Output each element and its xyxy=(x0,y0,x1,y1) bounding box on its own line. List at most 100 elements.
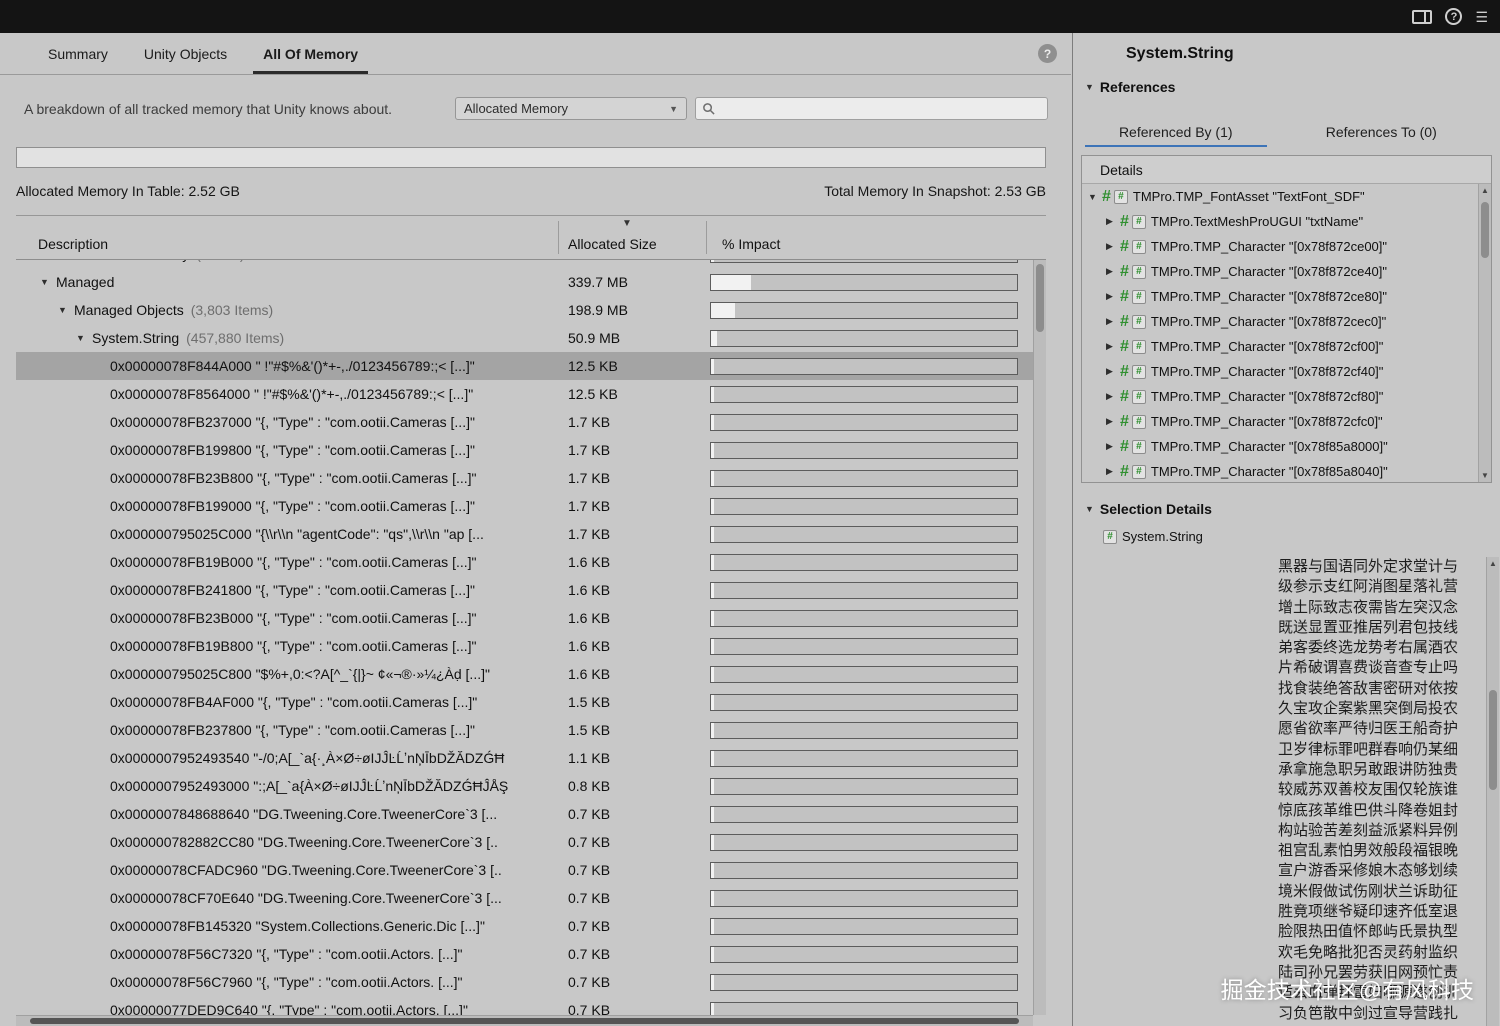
row-label: 0x000000795025C800 "$%+,0:<?A[^_`{|}~ ¢«… xyxy=(110,666,490,682)
scrollbar-thumb[interactable] xyxy=(30,1018,1019,1024)
expand-icon[interactable]: ▶ xyxy=(1106,266,1120,277)
table-row[interactable]: 0x00000078FB199800 "{, "Type" : "com.oot… xyxy=(16,436,1033,464)
scrollbar-thumb[interactable] xyxy=(1036,264,1044,332)
expand-icon[interactable]: ▶ xyxy=(1106,466,1120,477)
expand-icon[interactable]: ▶ xyxy=(1106,441,1120,452)
row-label: System.String xyxy=(92,330,180,346)
column-divider[interactable] xyxy=(706,221,707,254)
table-row[interactable]: 0x00000078FB145320 "System.Collections.G… xyxy=(16,912,1033,940)
table-row[interactable]: 0x00000078F56C7320 "{, "Type" : "com.oot… xyxy=(16,940,1033,968)
help-icon[interactable]: ? xyxy=(1445,8,1463,25)
reference-row[interactable]: ▶ # # TMPro.TMP_Character "[0x78f872ce80]" xyxy=(1082,284,1478,309)
collapse-icon[interactable]: ▼ xyxy=(40,277,56,287)
impact-bar xyxy=(710,861,1018,879)
table-row[interactable]: 0x00000078F56C7960 "{, "Type" : "com.oot… xyxy=(16,968,1033,996)
column-header-description[interactable]: Description xyxy=(38,236,108,252)
reference-row[interactable]: ▶ # # TMPro.TMP_Character "[0x78f85a8000]" xyxy=(1082,434,1478,459)
collapse-icon[interactable]: ▼ xyxy=(76,333,92,343)
scroll-up-icon[interactable]: ▲ xyxy=(1487,557,1499,570)
reference-row[interactable]: ▶ # # TMPro.TMP_Character "[0x78f872ce40]" xyxy=(1082,259,1478,284)
collapse-icon[interactable]: ▼ xyxy=(1085,504,1094,514)
table-row[interactable]: 0x00000077DED9C640 "{, "Type" : "com.oot… xyxy=(16,996,1033,1015)
scrollbar-thumb[interactable] xyxy=(1489,690,1497,790)
tab-summary[interactable]: Summary xyxy=(30,33,126,74)
breakdown-description: A breakdown of all tracked memory that U… xyxy=(24,101,393,117)
reference-row[interactable]: ▶ # # TMPro.TMP_Character "[0x78f872cec0]" xyxy=(1082,309,1478,334)
reference-row[interactable]: ▶ # # TMPro.TMP_Character "[0x78f872cf80]" xyxy=(1082,384,1478,409)
expand-icon[interactable]: ▶ xyxy=(1106,316,1120,327)
table-row[interactable]: 0x0000007848688640 "DG.Tweening.Core.Twe… xyxy=(16,800,1033,828)
search-field[interactable] xyxy=(695,97,1048,120)
references-scrollbar[interactable]: ▲ ▼ xyxy=(1478,184,1491,482)
menu-icon[interactable]: ☰ xyxy=(1475,10,1488,24)
expand-icon[interactable]: ▶ xyxy=(1106,366,1120,377)
csharp-object-icon: # xyxy=(1120,387,1129,405)
expand-icon[interactable]: ▶ xyxy=(1106,416,1120,427)
scrollbar-thumb[interactable] xyxy=(1481,202,1489,258)
table-row[interactable]: 0x00000078FB23B000 "{, "Type" : "com.oot… xyxy=(16,604,1033,632)
table-row[interactable]: 0x000000795025C800 "$%+,0:<?A[^_`{|}~ ¢«… xyxy=(16,660,1033,688)
reference-row[interactable]: ▶ # # TMPro.TMP_Character "[0x78f872cf40]" xyxy=(1082,359,1478,384)
expand-icon[interactable]: ▶ xyxy=(1106,341,1120,352)
selection-type-row[interactable]: # System.String xyxy=(1103,529,1203,544)
reference-row[interactable]: ▶ # # TMPro.TextMeshProUGUI "txtName" xyxy=(1082,209,1478,234)
references-foldout[interactable]: ▼ References xyxy=(1085,79,1175,95)
tab-references-to[interactable]: References To (0) xyxy=(1279,117,1485,147)
column-divider[interactable] xyxy=(558,221,559,254)
table-row[interactable]: ▼ System.String (457,880 Items) 50.9 MB xyxy=(16,324,1033,352)
table-row[interactable]: 0x00000078FB4AF000 "{, "Type" : "com.oot… xyxy=(16,688,1033,716)
column-header-allocated-size[interactable]: Allocated Size xyxy=(568,236,657,252)
table-row[interactable]: 0x00000078F844A000 " !"#$%&'()*+-,./0123… xyxy=(16,352,1033,380)
expand-icon[interactable]: ▶ xyxy=(1106,241,1120,252)
table-row[interactable]: 0x000000795025C000 "{\\r\\n "agentCode":… xyxy=(16,520,1033,548)
search-input[interactable] xyxy=(720,101,1041,116)
table-row[interactable]: 0x00000078FB19B800 "{, "Type" : "com.oot… xyxy=(16,632,1033,660)
preview-scrollbar[interactable]: ▲ xyxy=(1486,557,1499,1026)
reference-row[interactable]: ▶ # # TMPro.TMP_Character "[0x78f872cf00]" xyxy=(1082,334,1478,359)
csharp-type-icon: # xyxy=(1131,264,1146,279)
impact-bar xyxy=(710,441,1018,459)
reference-row[interactable]: ▶ # # TMPro.TMP_Character "[0x78f85a8040]" xyxy=(1082,459,1478,482)
collapse-icon[interactable]: ▼ xyxy=(58,305,74,315)
table-row[interactable]: ▼ Managed 339.7 MB xyxy=(16,268,1033,296)
table-row[interactable]: 0x0000007952493000 ":;A[_`a{À×Ø÷øIJĴĿĹʼn… xyxy=(16,772,1033,800)
impact-bar-fill xyxy=(711,554,714,570)
table-row[interactable]: ▼Texture2DArray(1 Item)16.0 KB xyxy=(16,260,1033,268)
table-vertical-scrollbar[interactable] xyxy=(1033,260,1046,1015)
expand-icon[interactable]: ▶ xyxy=(1106,216,1120,227)
string-preview-line: 欢毛免略批犯否灵药射监织 xyxy=(1277,943,1458,961)
table-horizontal-scrollbar[interactable] xyxy=(16,1015,1033,1026)
scroll-down-icon[interactable]: ▼ xyxy=(1479,469,1491,482)
expand-icon[interactable]: ▶ xyxy=(1106,391,1120,402)
table-row[interactable]: 0x00000078FB19B000 "{, "Type" : "com.oot… xyxy=(16,548,1033,576)
table-row[interactable]: 0x00000078FB237800 "{, "Type" : "com.oot… xyxy=(16,716,1033,744)
column-header-impact[interactable]: % Impact xyxy=(722,236,780,252)
table-row[interactable]: 0x00000078FB199000 "{, "Type" : "com.oot… xyxy=(16,492,1033,520)
reference-row[interactable]: ▼ # # TMPro.TMP_FontAsset "TextFont_SDF" xyxy=(1082,184,1478,209)
table-row[interactable]: 0x00000078CF70E640 "DG.Tweening.Core.Twe… xyxy=(16,884,1033,912)
table-row[interactable]: 0x00000078F8564000 " !"#$%&'()*+-,./0123… xyxy=(16,380,1033,408)
table-row[interactable]: 0x00000078CFADC960 "DG.Tweening.Core.Twe… xyxy=(16,856,1033,884)
reference-row[interactable]: ▶ # # TMPro.TMP_Character "[0x78f872ce00]" xyxy=(1082,234,1478,259)
selection-details-foldout[interactable]: ▼ Selection Details xyxy=(1085,501,1212,517)
table-row[interactable]: 0x00000078FB237000 "{, "Type" : "com.oot… xyxy=(16,408,1033,436)
tab-referenced-by[interactable]: Referenced By (1) xyxy=(1073,117,1279,147)
help-icon[interactable]: ? xyxy=(1038,44,1057,63)
csharp-object-icon: # xyxy=(1120,462,1129,480)
collapse-icon[interactable]: ▼ xyxy=(1085,82,1094,92)
scroll-up-icon[interactable]: ▲ xyxy=(1479,184,1491,197)
tab-all-of-memory[interactable]: All Of Memory xyxy=(245,33,376,74)
table-row[interactable]: 0x00000078FB241800 "{, "Type" : "com.oot… xyxy=(16,576,1033,604)
table-row[interactable]: 0x00000078FB23B800 "{, "Type" : "com.oot… xyxy=(16,464,1033,492)
sort-indicator-icon[interactable]: ▼ xyxy=(622,218,632,229)
tab-unity-objects[interactable]: Unity Objects xyxy=(126,33,245,74)
expand-icon[interactable]: ▶ xyxy=(1106,291,1120,302)
table-row[interactable]: 0x0000007952493540 "-/0;A[_`a{·¸À×Ø÷øIJĴ… xyxy=(16,744,1033,772)
table-row[interactable]: ▼ Managed Objects (3,803 Items) 198.9 MB xyxy=(16,296,1033,324)
reference-row[interactable]: ▶ # # TMPro.TMP_Character "[0x78f872cfc0]" xyxy=(1082,409,1478,434)
row-impact-cell xyxy=(706,861,1033,879)
table-row[interactable]: 0x000000782882CC80 "DG.Tweening.Core.Twe… xyxy=(16,828,1033,856)
collapse-icon[interactable]: ▼ xyxy=(1088,192,1102,202)
allocation-filter-dropdown[interactable]: Allocated Memory ▼ xyxy=(455,97,687,120)
panel-layout-icon[interactable] xyxy=(1412,9,1433,24)
